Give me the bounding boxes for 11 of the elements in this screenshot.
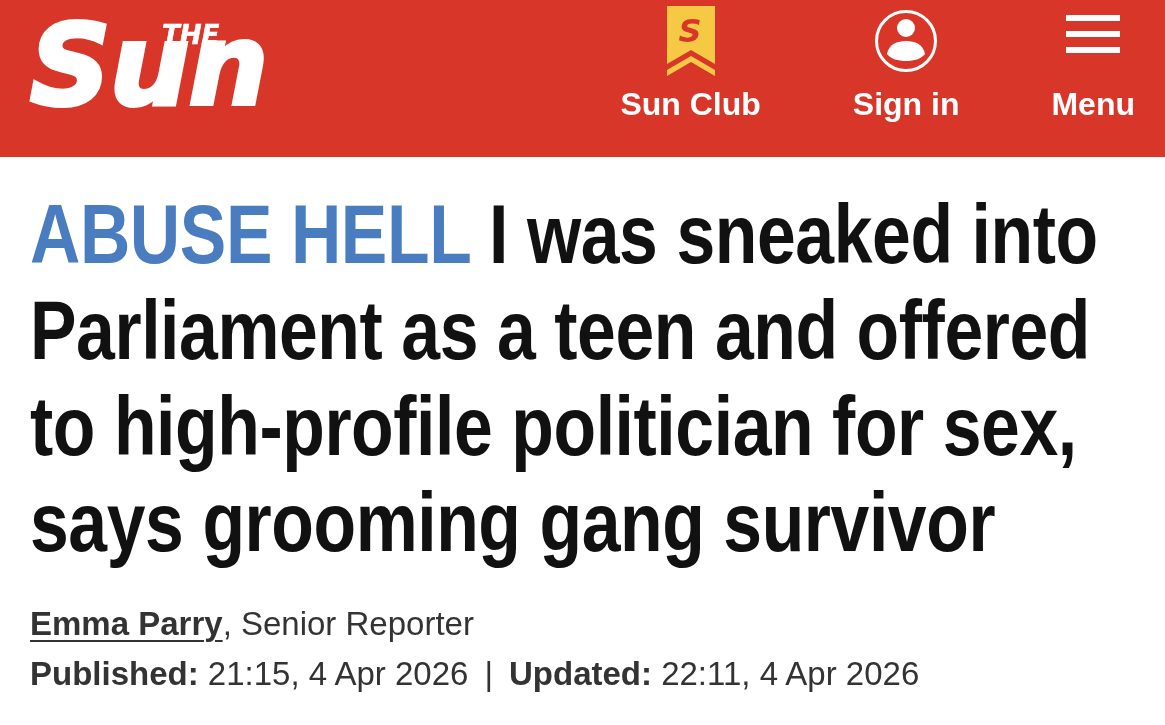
account-icon xyxy=(875,10,938,72)
menu-icon xyxy=(1066,15,1121,53)
timestamp: Updated: 22:11, 4 Apr 2026 xyxy=(509,654,920,694)
author-link[interactable]: Emma Parry xyxy=(30,605,223,642)
timestamp: Published: 21:15, 4 Apr 2026 xyxy=(30,654,469,694)
sun-club-link[interactable]: S Sun Club xyxy=(620,4,761,123)
separator: | xyxy=(483,654,494,694)
headline: ABUSE HELL I was sneaked into Parliament as a teen and offered to high-profile politician for sex, says grooming gang survivor xyxy=(30,186,1099,570)
menu-button[interactable]: Menu xyxy=(1051,4,1135,123)
byline: Emma Parry, Senior Reporter xyxy=(30,604,474,644)
sign-in-button[interactable]: Sign in xyxy=(852,4,960,123)
